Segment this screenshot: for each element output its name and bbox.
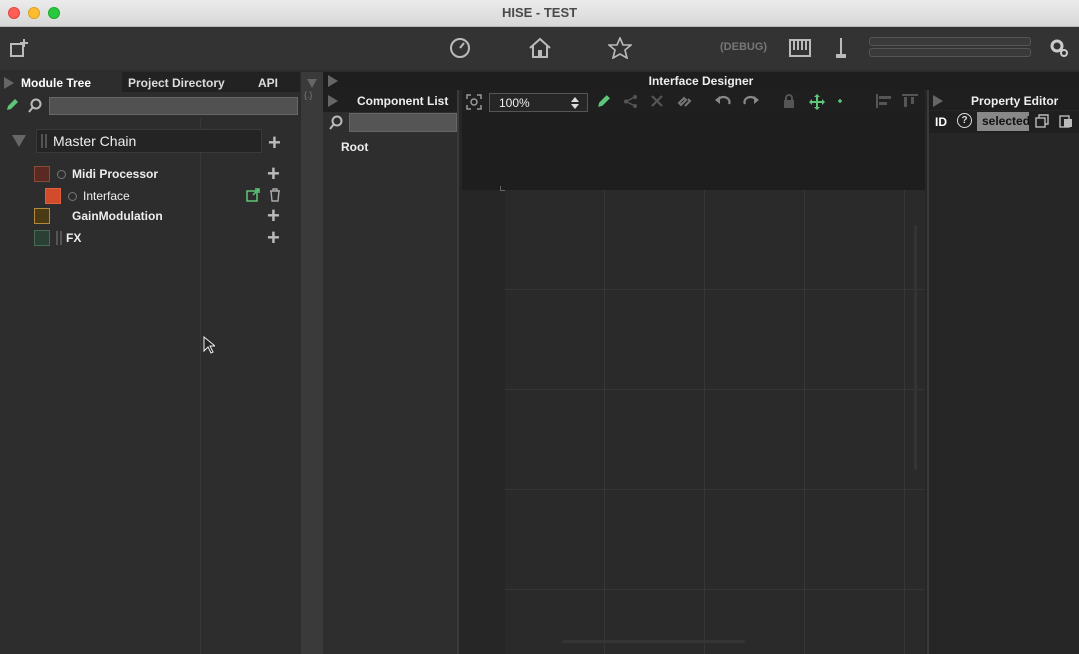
mouse-cursor-icon xyxy=(203,335,217,359)
align-top-icon[interactable] xyxy=(902,94,918,112)
interface-canvas[interactable] xyxy=(505,190,925,654)
zoom-fit-icon[interactable] xyxy=(466,94,482,114)
search-icon xyxy=(328,115,344,136)
tree-search-row xyxy=(0,94,300,118)
window-titlebar: HISE - TEST xyxy=(0,0,1079,27)
magnet-icon[interactable] xyxy=(837,94,853,114)
tree-item-gain-modulation[interactable]: GainModulation xyxy=(34,206,274,226)
master-chain-label: Master Chain xyxy=(53,133,137,149)
collapse-arrow-icon[interactable] xyxy=(4,76,14,94)
delete-x-icon[interactable] xyxy=(650,94,664,112)
help-icon[interactable]: ? xyxy=(957,113,972,128)
code-brace-icon: {.} xyxy=(304,90,313,100)
settings-icon[interactable] xyxy=(1045,35,1073,61)
property-editor-title: Property Editor xyxy=(971,94,1059,108)
window-title: HISE - TEST xyxy=(501,5,578,20)
component-item-root[interactable]: Root xyxy=(341,140,368,154)
tree-search-input[interactable] xyxy=(49,97,298,115)
component-list-title: Component List xyxy=(357,94,449,108)
module-tree-panel: Module Tree Project Directory API Master… xyxy=(0,72,300,654)
id-label[interactable]: ID xyxy=(935,115,947,129)
drag-handle-icon xyxy=(41,134,47,148)
add-midi-processor-button[interactable]: + xyxy=(267,163,280,185)
edit-pencil-icon[interactable] xyxy=(596,94,611,113)
selection-indicator: selected xyxy=(977,112,1029,131)
tree-item-fx[interactable]: FX xyxy=(34,228,274,248)
designer-title: Interface Designer xyxy=(648,74,754,88)
property-editor-header: Property Editor xyxy=(929,90,1079,110)
debug-label: (DEBUG) xyxy=(720,41,768,53)
add-fx-button[interactable]: + xyxy=(267,227,280,249)
lock-icon[interactable] xyxy=(783,94,795,113)
left-tabs: Module Tree Project Directory API xyxy=(0,72,300,92)
gauge-icon[interactable] xyxy=(446,35,474,61)
zoom-select[interactable]: 100% xyxy=(489,93,588,112)
component-list-header: Component List xyxy=(323,90,457,112)
component-list-panel: Component List Root xyxy=(323,90,459,654)
updown-icon xyxy=(571,97,579,112)
canvas-panel: 100% xyxy=(462,90,925,654)
tab-module-tree[interactable]: Module Tree xyxy=(21,76,91,90)
keyboard-icon[interactable] xyxy=(786,35,814,61)
copy-icon[interactable] xyxy=(1035,114,1049,133)
redo-icon[interactable] xyxy=(743,94,759,112)
tree-item-midi-processor[interactable]: Midi Processor xyxy=(34,164,274,184)
canvas-toolbar: 100% xyxy=(462,90,925,114)
move-icon[interactable] xyxy=(809,94,825,114)
tree-item-label: Interface xyxy=(83,189,130,203)
tuning-fork-icon[interactable] xyxy=(827,35,855,61)
star-icon[interactable] xyxy=(606,35,634,61)
canvas-margin xyxy=(462,114,925,190)
panel-splitter[interactable]: {.} xyxy=(301,72,323,654)
open-external-icon[interactable] xyxy=(246,188,260,207)
drag-handle-icon xyxy=(56,231,62,245)
interface-designer: Interface Designer Component List Root 1… xyxy=(323,72,1079,654)
search-icon xyxy=(27,98,43,119)
tab-project-directory[interactable]: Project Directory xyxy=(128,76,225,90)
collapse-arrow-icon[interactable] xyxy=(933,94,943,112)
tree-item-label: FX xyxy=(66,231,82,245)
designer-header: Interface Designer xyxy=(323,72,1079,90)
tree-item-interface[interactable]: Interface xyxy=(45,186,245,206)
vertical-scrollbar[interactable] xyxy=(914,225,917,470)
swap-icon[interactable] xyxy=(677,94,692,113)
collapse-arrow-icon[interactable] xyxy=(328,95,338,110)
module-color-swatch xyxy=(34,166,50,182)
component-search-input[interactable] xyxy=(349,113,457,132)
module-color-swatch xyxy=(34,208,50,224)
add-master-button[interactable]: + xyxy=(268,132,281,154)
home-icon[interactable] xyxy=(526,35,554,61)
bypass-icon[interactable] xyxy=(68,191,77,201)
new-window-icon[interactable] xyxy=(6,35,34,61)
tree-item-label: GainModulation xyxy=(72,209,163,223)
share-icon[interactable] xyxy=(623,94,638,113)
module-color-swatch xyxy=(45,188,61,204)
pencil-icon[interactable] xyxy=(5,98,19,117)
master-chain-row[interactable]: Master Chain xyxy=(36,129,262,153)
module-color-swatch xyxy=(34,230,50,246)
property-editor-panel: Property Editor ID ? selected xyxy=(927,90,1079,654)
horizontal-scrollbar[interactable] xyxy=(562,640,745,643)
cpu-meter xyxy=(869,37,1031,46)
tab-api[interactable]: API xyxy=(258,76,278,90)
add-gain-modulation-button[interactable]: + xyxy=(267,205,280,227)
voice-meter xyxy=(869,48,1031,57)
collapse-master-icon[interactable] xyxy=(12,134,26,152)
tree-item-label: Midi Processor xyxy=(72,167,159,181)
align-left-icon[interactable] xyxy=(876,94,892,112)
bypass-icon[interactable] xyxy=(57,169,66,179)
paste-icon[interactable] xyxy=(1059,114,1073,133)
main-toolbar: (DEBUG) xyxy=(0,27,1079,70)
property-editor-toolbar: ID ? selected xyxy=(929,111,1079,133)
undo-icon[interactable] xyxy=(715,94,731,112)
zoom-value: 100% xyxy=(499,96,530,110)
